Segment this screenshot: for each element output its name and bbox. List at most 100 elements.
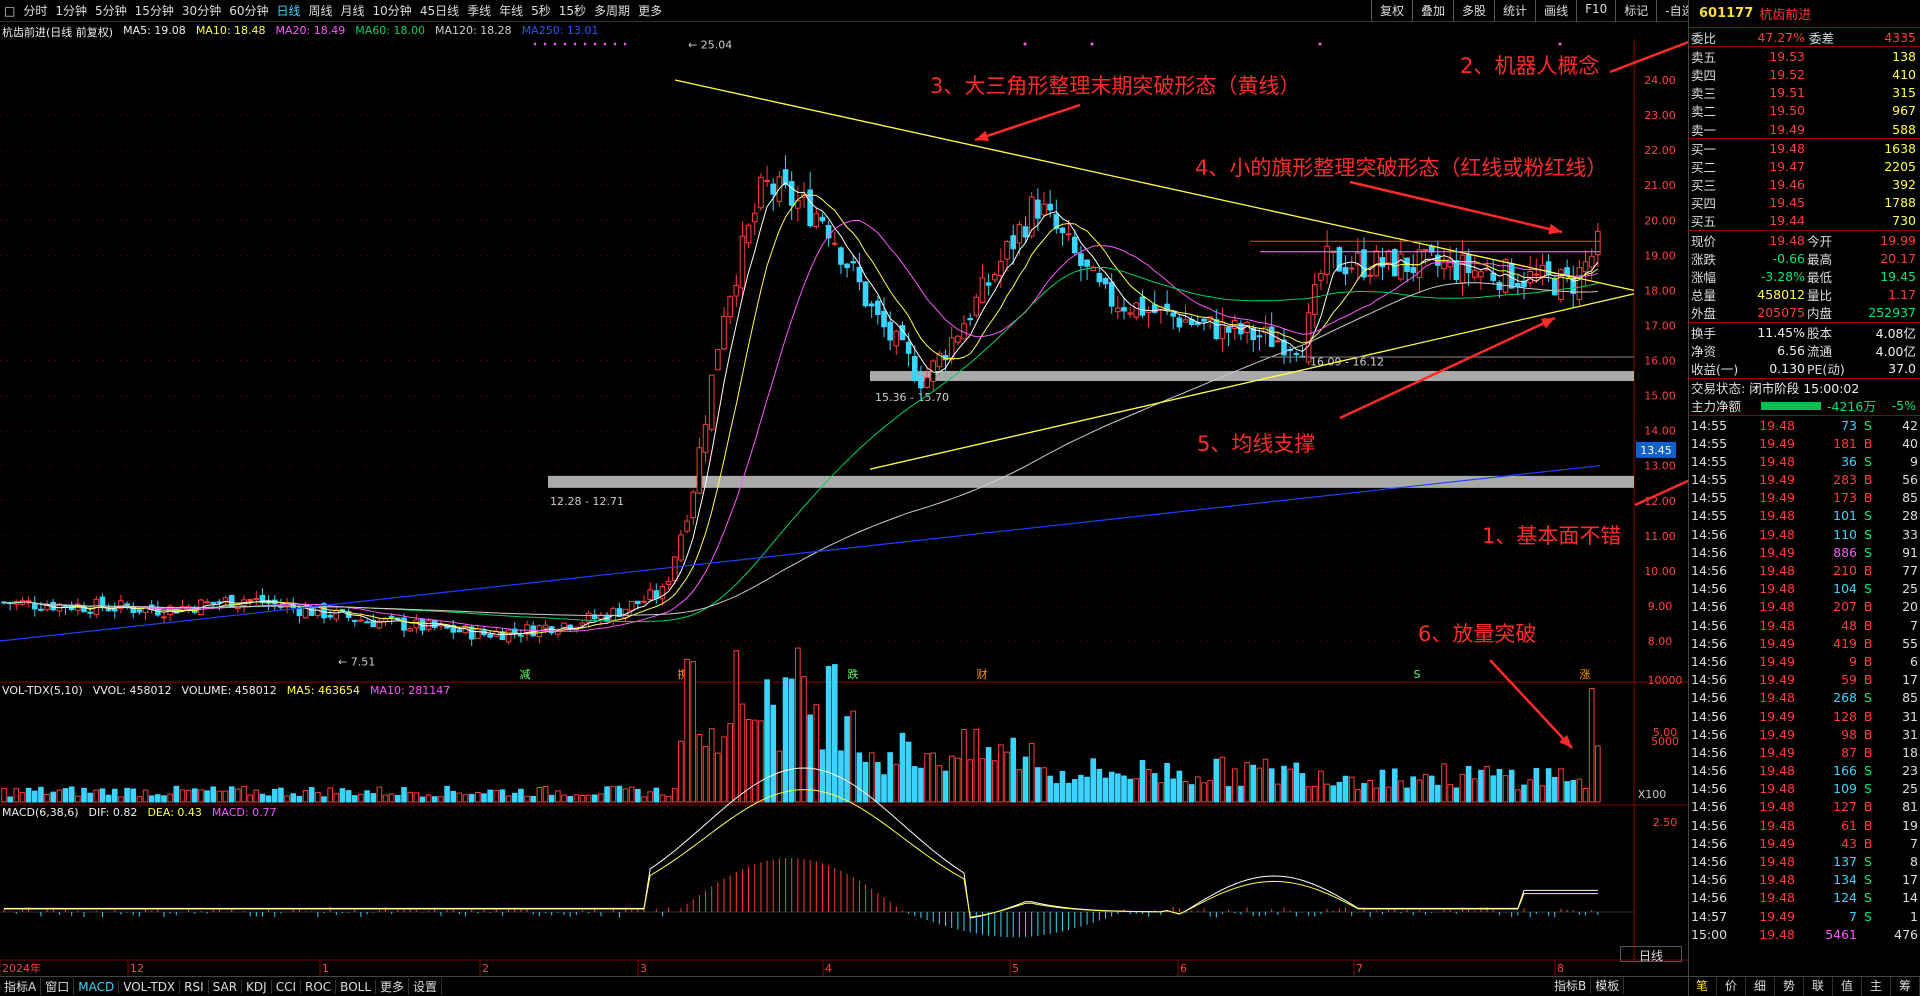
candle (862, 281, 869, 307)
volume-bar (1053, 783, 1060, 803)
period-tab-5[interactable]: 60分钟 (225, 2, 272, 19)
side-tab-2[interactable]: 细 (1746, 977, 1775, 996)
tick-price: 19.48 (1759, 617, 1795, 633)
annotation-arrow (1609, 40, 1688, 74)
ask-label: 卖四 (1691, 67, 1717, 83)
period-tab[interactable]: 日线 (1620, 946, 1682, 963)
ma-line (3, 282, 1598, 616)
volume-bar (641, 796, 647, 803)
tick-row: 14:56 19.49 9 B 6 (1689, 652, 1920, 670)
period-tab-6[interactable]: 日线 (272, 2, 304, 19)
ask-label: 卖三 (1691, 86, 1717, 102)
toolbar-button-6[interactable]: 标记 (1615, 0, 1656, 22)
bid-price: 19.46 (1769, 177, 1805, 193)
volume-legend: VOL-TDX(5,10) VVOL: 458012 VOLUME: 45801… (2, 684, 450, 700)
indicator-tab-3[interactable]: VOL-TDX (119, 979, 181, 994)
indicator-tab-6[interactable]: KDJ (242, 979, 272, 994)
volume-bar (93, 789, 100, 803)
volume-bar (1035, 767, 1041, 803)
tick-count: 6 (1910, 653, 1918, 669)
candle (487, 633, 493, 638)
volume-bar (819, 749, 826, 803)
period-tab-14[interactable]: 15秒 (555, 2, 590, 19)
period-tab-1[interactable]: 1分钟 (51, 2, 91, 19)
candle (1398, 253, 1404, 280)
period-tab-16[interactable]: 更多 (634, 2, 666, 19)
indicator-tab-1[interactable]: 窗口 (41, 978, 75, 995)
toolbar-button-4[interactable]: 画线 (1535, 0, 1576, 22)
candle (1588, 255, 1595, 268)
indicator-tab-8[interactable]: ROC (301, 979, 337, 994)
volume-bar (407, 791, 413, 803)
side-tab-5[interactable]: 值 (1833, 977, 1862, 996)
period-tab-11[interactable]: 季线 (463, 2, 495, 19)
volume-bar (1164, 763, 1170, 803)
net-flow-bar (1761, 401, 1822, 410)
range-label: 15.36 - 15.70 (875, 391, 949, 404)
candle (727, 296, 733, 318)
indicator-tab-10[interactable]: 更多 (376, 978, 410, 995)
annotation-1: 1、基本面不错 (1482, 524, 1622, 548)
volume-bar (81, 787, 87, 803)
tick-price: 19.48 (1759, 854, 1795, 870)
indicator-tab-2[interactable]: MACD (74, 979, 120, 994)
volume-bar (247, 794, 253, 803)
stat-value-2: 252937 (1868, 305, 1916, 321)
volume-bar (893, 763, 900, 803)
candle (1342, 267, 1349, 275)
volume-bar (419, 796, 426, 803)
indicator-tab-5[interactable]: SAR (209, 979, 243, 994)
toolbar-button-2[interactable]: 多股 (1453, 0, 1494, 22)
indicator-tab-7[interactable]: CCI (272, 979, 301, 994)
indicator-tab-0[interactable]: 指标A (0, 978, 42, 995)
toolbar-button-1[interactable]: 叠加 (1412, 0, 1453, 22)
stat2-value-2: 4.08亿 (1875, 325, 1916, 341)
side-tab-6[interactable]: 主 (1862, 977, 1891, 996)
volume-bar (370, 793, 377, 803)
period-tab-8[interactable]: 月线 (337, 2, 369, 19)
candle (1035, 199, 1041, 219)
price-tick: 9.00 (1648, 600, 1673, 613)
low-label: ← 7.51 (338, 656, 375, 669)
period-tab-15[interactable]: 多周期 (590, 2, 634, 19)
indicator-tab-9[interactable]: BOLL (336, 979, 377, 994)
window-icon[interactable]: □ (0, 4, 19, 18)
period-tab-3[interactable]: 15分钟 (131, 2, 178, 19)
period-tab-13[interactable]: 5秒 (527, 2, 555, 19)
volume-bar (450, 790, 457, 803)
indicator-tab-11[interactable]: 设置 (409, 978, 443, 995)
trade-status-label: 交易状态: (1691, 381, 1746, 397)
period-tab-7[interactable]: 周线 (305, 2, 337, 19)
candle (764, 179, 770, 182)
toolbar-button-3[interactable]: 统计 (1494, 0, 1535, 22)
period-tab-0[interactable]: 分时 (19, 2, 51, 19)
side-tab-7[interactable]: 筹 (1891, 977, 1920, 996)
volume-bar (585, 794, 592, 803)
toolbar-button-5[interactable]: F10 (1576, 0, 1615, 22)
volume-bar (671, 788, 678, 803)
annotation-arrow (1489, 659, 1573, 749)
tick-side: S (1864, 453, 1872, 469)
period-tab-10[interactable]: 45日线 (416, 2, 463, 19)
volume-bar (1, 787, 7, 803)
period-tab-9[interactable]: 10分钟 (369, 2, 416, 19)
side-tab-4[interactable]: 联 (1804, 977, 1833, 996)
volume-bar (511, 792, 518, 803)
side-tab-0[interactable]: 笔 (1688, 977, 1717, 996)
ma-legend: 杭齿前进(日线 前复权) MA5: 19.08 MA10: 18.48 MA20… (2, 24, 598, 40)
period-tab-4[interactable]: 30分钟 (178, 2, 225, 19)
volume-bar (579, 794, 586, 803)
candle (308, 606, 315, 616)
tick-volume: 109 (1833, 781, 1857, 797)
tick-list[interactable]: 14:55 19.48 73 S 42 14:55 19.49 181 B 40 14:55 19.4… (1689, 416, 1920, 943)
indicator-b-tab[interactable]: 指标B (1550, 977, 1592, 994)
tick-volume: 36 (1841, 453, 1857, 469)
template-tab[interactable]: 模板 (1591, 977, 1625, 994)
period-tab-2[interactable]: 5分钟 (91, 2, 131, 19)
period-tab-12[interactable]: 年线 (495, 2, 527, 19)
toolbar-button-0[interactable]: 复权 (1371, 0, 1412, 22)
side-tab-1[interactable]: 价 (1717, 977, 1746, 996)
indicator-tab-4[interactable]: RSI (180, 979, 209, 994)
side-tab-3[interactable]: 势 (1775, 977, 1804, 996)
candle (1225, 326, 1232, 333)
